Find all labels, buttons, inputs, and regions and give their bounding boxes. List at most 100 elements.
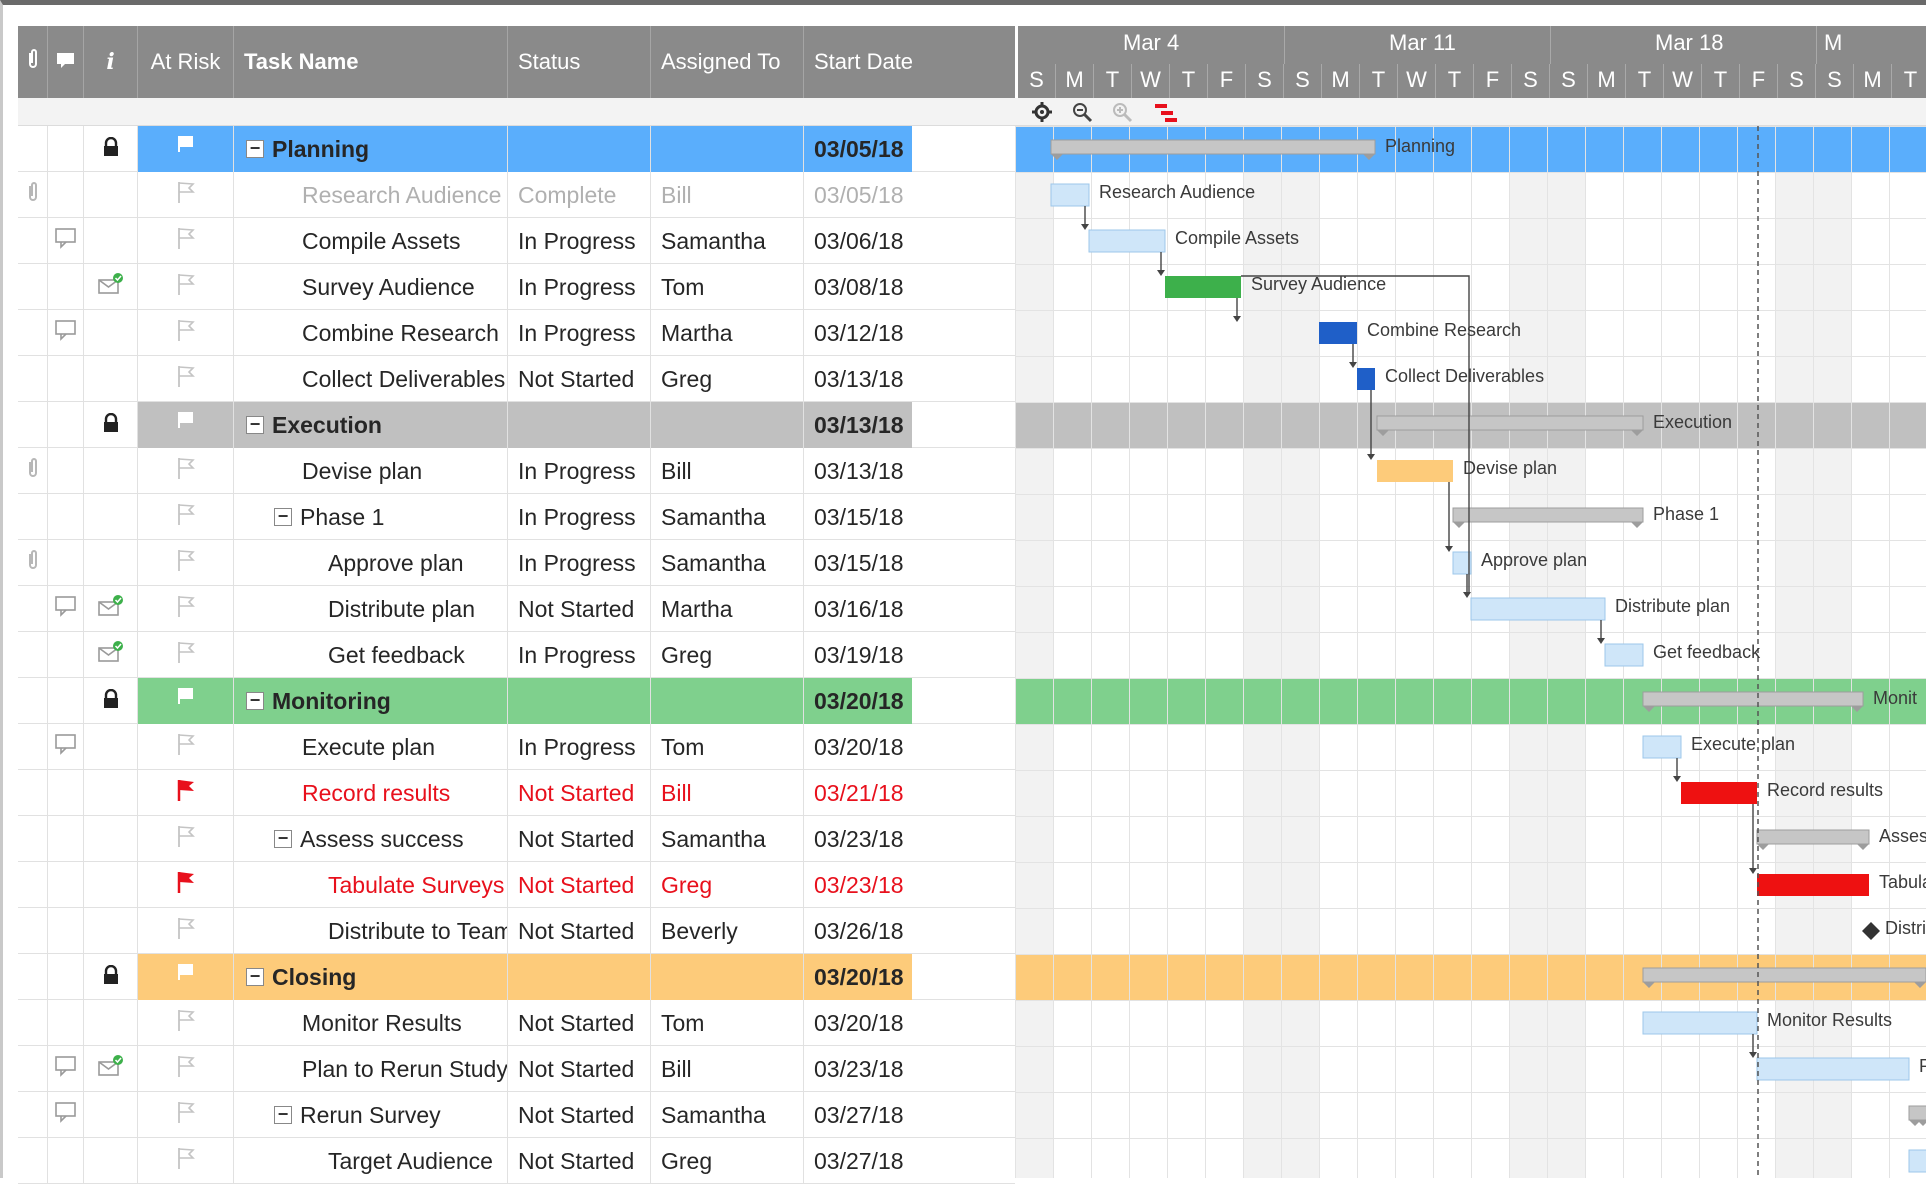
task-name-cell[interactable]: − Execution (234, 402, 508, 448)
start-date-cell[interactable]: 03/19/18 (804, 632, 1015, 678)
flag-icon[interactable] (176, 548, 196, 578)
summary-bar[interactable] (1452, 507, 1644, 523)
comments-column-header[interactable] (48, 26, 84, 98)
assigned-to-cell[interactable] (651, 402, 804, 448)
task-name-cell[interactable]: Survey Audience (234, 264, 508, 310)
at-risk-cell[interactable] (138, 264, 234, 310)
attachment-cell[interactable] (18, 448, 48, 494)
assigned-to-cell[interactable]: Tom (651, 264, 804, 310)
task-bar[interactable] (1757, 874, 1869, 896)
flag-icon[interactable] (176, 318, 196, 348)
start-date-cell[interactable]: 03/23/18 (804, 1046, 1015, 1092)
at-risk-cell[interactable] (138, 770, 234, 816)
start-date-cell[interactable]: 03/12/18 (804, 310, 1015, 356)
at-risk-cell[interactable] (138, 724, 234, 770)
comment-icon[interactable] (54, 733, 78, 761)
task-row[interactable]: − Phase 1 In Progress Samantha 03/15/18 (18, 494, 1015, 540)
task-bar[interactable] (1470, 597, 1606, 621)
comment-icon[interactable] (54, 595, 78, 623)
assigned-to-cell[interactable]: Samantha (651, 540, 804, 586)
status-cell[interactable]: Not Started (508, 908, 651, 954)
task-name-cell[interactable]: Get feedback (234, 632, 508, 678)
summary-bar[interactable] (1908, 1105, 1926, 1121)
at-risk-cell[interactable] (138, 816, 234, 862)
task-name-cell[interactable]: − Rerun Survey (234, 1092, 508, 1138)
comment-icon[interactable] (54, 227, 78, 255)
task-row[interactable]: Tabulate Surveys Not Started Greg 03/23/18 (18, 862, 1015, 908)
comment-cell[interactable] (48, 356, 84, 402)
start-date-cell[interactable]: 03/05/18 (804, 126, 912, 172)
start-date-cell[interactable]: 03/21/18 (804, 770, 1015, 816)
task-name-cell[interactable]: − Planning (234, 126, 508, 172)
assigned-to-cell[interactable] (651, 954, 804, 1000)
task-row[interactable]: Compile Assets In Progress Samantha 03/06/1… (18, 218, 1015, 264)
collapse-toggle[interactable]: − (274, 507, 292, 526)
comment-cell[interactable] (48, 954, 84, 1000)
at-risk-cell[interactable] (138, 632, 234, 678)
task-bar[interactable] (1642, 735, 1682, 759)
task-name-cell[interactable]: − Monitoring (234, 678, 508, 724)
task-bar[interactable] (1088, 229, 1166, 253)
flag-icon[interactable] (176, 180, 196, 210)
attachment-cell[interactable] (18, 586, 48, 632)
flag-icon[interactable] (176, 1008, 196, 1038)
zoom-in-icon[interactable] (1111, 101, 1133, 128)
start-date-cell[interactable]: 03/08/18 (804, 264, 1015, 310)
task-name-column-header[interactable]: Task Name (234, 26, 508, 98)
comment-cell[interactable] (48, 126, 84, 172)
attachment-cell[interactable] (18, 632, 48, 678)
attachment-cell[interactable] (18, 816, 48, 862)
comment-cell[interactable] (48, 494, 84, 540)
paperclip-icon[interactable] (26, 457, 40, 485)
task-row[interactable]: Research Audience Complete Bill 03/05/18 (18, 172, 1015, 218)
flag-icon[interactable] (176, 824, 196, 854)
attachment-cell[interactable] (18, 770, 48, 816)
comment-cell[interactable] (48, 264, 84, 310)
start-date-column-header[interactable]: Start Date (804, 26, 1015, 98)
assigned-to-cell[interactable]: Samantha (651, 1092, 804, 1138)
at-risk-cell[interactable] (138, 540, 234, 586)
attachment-cell[interactable] (18, 862, 48, 908)
status-cell[interactable] (508, 954, 651, 1000)
task-row[interactable]: Distribute to Team Not Started Beverly 03/2… (18, 908, 1015, 954)
status-cell[interactable]: Not Started (508, 1138, 651, 1184)
flag-icon[interactable] (176, 916, 196, 946)
milestone-diamond[interactable] (1862, 922, 1880, 940)
attachment-cell[interactable] (18, 218, 48, 264)
flag-icon[interactable] (176, 1146, 196, 1176)
assigned-to-column-header[interactable]: Assigned To (651, 26, 804, 98)
start-date-cell[interactable]: 03/20/18 (804, 1000, 1015, 1046)
collapse-toggle[interactable]: − (274, 1105, 292, 1124)
task-row[interactable]: Combine Research In Progress Martha 03/12/1… (18, 310, 1015, 356)
assigned-to-cell[interactable]: Bill (651, 1046, 804, 1092)
update-request-icon[interactable] (96, 272, 126, 302)
summary-bar[interactable] (1756, 829, 1870, 845)
assigned-to-cell[interactable]: Martha (651, 586, 804, 632)
task-row[interactable]: Monitor Results Not Started Tom 03/20/18 (18, 1000, 1015, 1046)
task-row[interactable]: Collect Deliverables Not Started Greg 03/13… (18, 356, 1015, 402)
task-row[interactable]: Survey Audience In Progress Tom 03/08/18 (18, 264, 1015, 310)
task-row[interactable]: − Assess success Not Started Samantha 03/23/… (18, 816, 1015, 862)
attachment-cell[interactable] (18, 1092, 48, 1138)
start-date-cell[interactable]: 03/13/18 (804, 402, 912, 448)
task-name-cell[interactable]: Tabulate Surveys (234, 862, 508, 908)
task-bar[interactable] (1681, 782, 1757, 804)
start-date-cell[interactable]: 03/23/18 (804, 816, 1015, 862)
flag-icon[interactable] (176, 732, 196, 762)
attachment-cell[interactable] (18, 494, 48, 540)
at-risk-cell[interactable] (138, 954, 234, 1000)
start-date-cell[interactable]: 03/13/18 (804, 356, 1015, 402)
comment-cell[interactable] (48, 908, 84, 954)
start-date-cell[interactable]: 03/20/18 (804, 724, 1015, 770)
flag-icon[interactable] (176, 1100, 196, 1130)
collapse-toggle[interactable]: − (246, 139, 264, 158)
status-cell[interactable]: Not Started (508, 1092, 651, 1138)
at-risk-column-header[interactable]: At Risk (138, 26, 234, 98)
task-bar[interactable] (1165, 276, 1241, 298)
summary-bar[interactable] (1376, 415, 1644, 431)
flag-icon[interactable] (176, 134, 196, 164)
comment-cell[interactable] (48, 448, 84, 494)
at-risk-cell[interactable] (138, 494, 234, 540)
gear-icon[interactable] (1031, 101, 1053, 128)
start-date-cell[interactable]: 03/23/18 (804, 862, 1015, 908)
